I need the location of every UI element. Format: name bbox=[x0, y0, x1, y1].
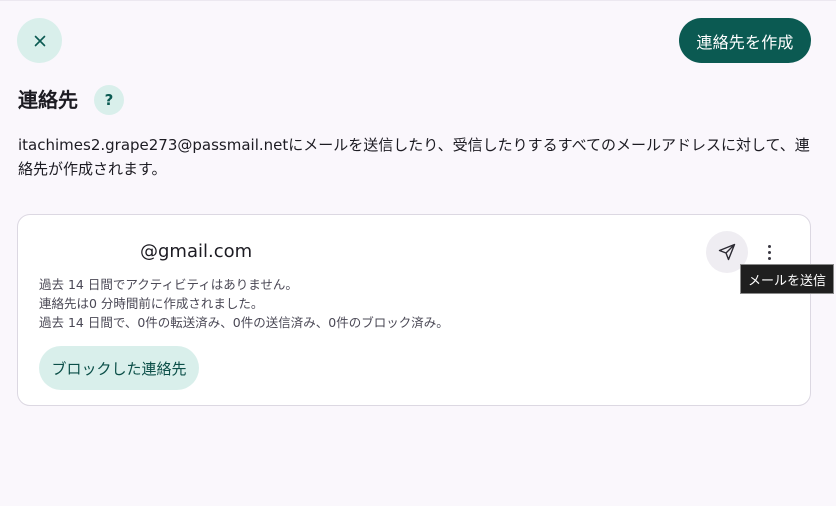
help-icon[interactable]: ? bbox=[94, 85, 124, 115]
more-dot bbox=[767, 250, 771, 254]
send-email-tooltip: メールを送信 bbox=[740, 264, 834, 294]
stats-text: 過去 14 日間で、0件の転送済み、0件の送信済み、0件のブロック済み。 bbox=[39, 315, 449, 330]
create-contact-button[interactable]: 連絡先を作成 bbox=[679, 18, 811, 63]
more-vertical-icon bbox=[767, 244, 771, 248]
created-text: 連絡先は0 分時間前に作成されました。 bbox=[39, 296, 264, 311]
more-dot bbox=[767, 256, 771, 260]
page-title: 連絡先 bbox=[18, 88, 78, 112]
activity-text: 過去 14 日間でアクティビティはありません。 bbox=[39, 277, 298, 292]
close-icon bbox=[34, 35, 45, 46]
contacts-panel: 連絡先を作成 連絡先 ? itachimes2.grape273@passmai… bbox=[0, 0, 836, 506]
send-icon bbox=[718, 243, 736, 261]
title-row: 連絡先 ? bbox=[18, 85, 124, 115]
contact-card: @gmail.com 過去 14 日間でアクティビティはありません。 連絡先は0… bbox=[17, 214, 811, 406]
contact-info: 過去 14 日間でアクティビティはありません。 連絡先は0 分時間前に作成されま… bbox=[39, 275, 449, 332]
more-options-button[interactable] bbox=[756, 237, 782, 267]
contact-email: @gmail.com bbox=[140, 241, 253, 262]
description-text: itachimes2.grape273@passmail.netにメールを送信し… bbox=[18, 136, 810, 178]
close-button[interactable] bbox=[17, 18, 62, 63]
blocked-contacts-button[interactable]: ブロックした連絡先 bbox=[39, 346, 199, 390]
